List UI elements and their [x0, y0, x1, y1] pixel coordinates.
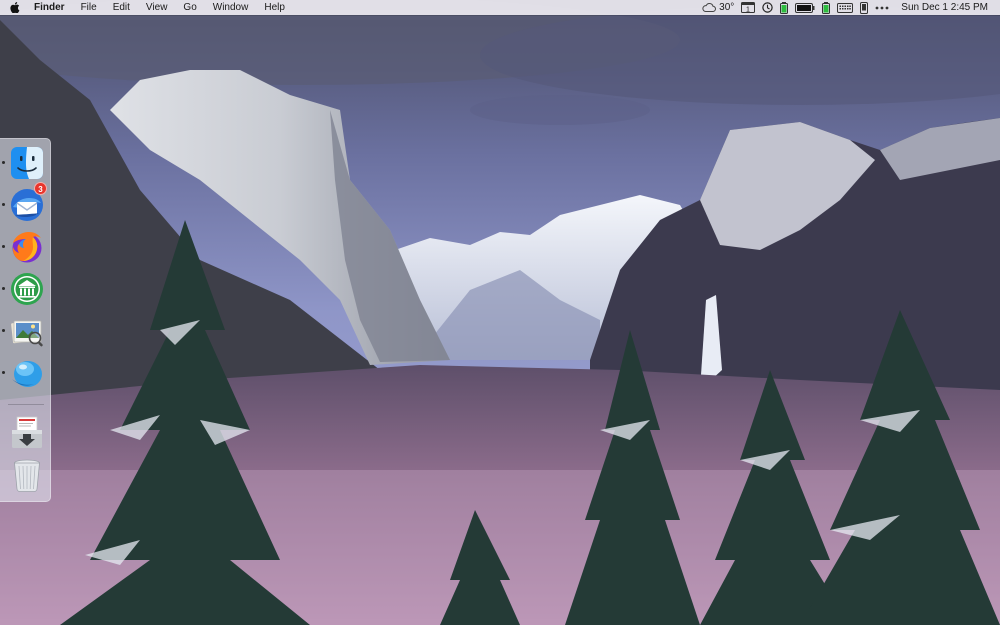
menu-view[interactable]: View — [138, 0, 176, 15]
running-indicator — [2, 329, 5, 332]
calendar-day: 1 — [746, 7, 750, 14]
clock[interactable]: Sun Dec 1 2:45 PM — [901, 0, 988, 15]
battery-charging-icon[interactable] — [822, 0, 831, 15]
downloads-icon — [12, 416, 42, 448]
cloud-icon — [702, 3, 717, 12]
trash-icon — [14, 459, 40, 492]
dock-finder[interactable] — [9, 145, 45, 181]
menu-edit[interactable]: Edit — [105, 0, 138, 15]
calendar-status[interactable]: 1 — [741, 0, 756, 15]
menu-go[interactable]: Go — [175, 0, 204, 15]
dock-preview[interactable] — [9, 313, 45, 349]
dock-downloads[interactable] — [9, 415, 45, 451]
running-indicator — [2, 203, 5, 206]
menu-app-name[interactable]: Finder — [30, 0, 73, 15]
firefox-icon — [12, 232, 42, 263]
desktop-wallpaper — [0, 0, 1000, 625]
weather-status[interactable]: 30° — [702, 0, 734, 15]
dock-transmit[interactable] — [9, 355, 45, 391]
apple-menu-icon[interactable] — [0, 0, 30, 15]
running-indicator — [2, 161, 5, 164]
battery-icon[interactable] — [795, 0, 815, 15]
dock-thunderbird[interactable]: 3 — [9, 182, 47, 223]
running-indicator — [2, 245, 5, 248]
dock-firefox[interactable] — [9, 229, 45, 265]
preview-icon — [11, 320, 43, 347]
menu-bar: Finder File Edit View Go Window Help 30°… — [0, 0, 1000, 15]
more-icon[interactable] — [875, 0, 889, 15]
weather-temp: 30° — [719, 2, 735, 13]
battery-green-icon[interactable] — [780, 0, 789, 15]
transmit-icon — [12, 361, 42, 387]
running-indicator — [2, 371, 5, 374]
menu-help[interactable]: Help — [256, 0, 293, 15]
dock-bank-app[interactable] — [9, 271, 45, 307]
dock-separator — [8, 404, 44, 405]
bank-icon — [11, 273, 43, 305]
dock-trash[interactable] — [9, 457, 45, 493]
keyboard-icon[interactable] — [837, 0, 854, 15]
phone-icon[interactable] — [860, 0, 869, 15]
time-machine-icon[interactable] — [762, 0, 773, 15]
running-indicator — [2, 287, 5, 290]
unread-badge: 3 — [34, 182, 47, 195]
dock: 3 — [0, 138, 51, 502]
menu-file[interactable]: File — [73, 0, 105, 15]
finder-icon — [11, 147, 43, 179]
menu-window[interactable]: Window — [205, 0, 257, 15]
